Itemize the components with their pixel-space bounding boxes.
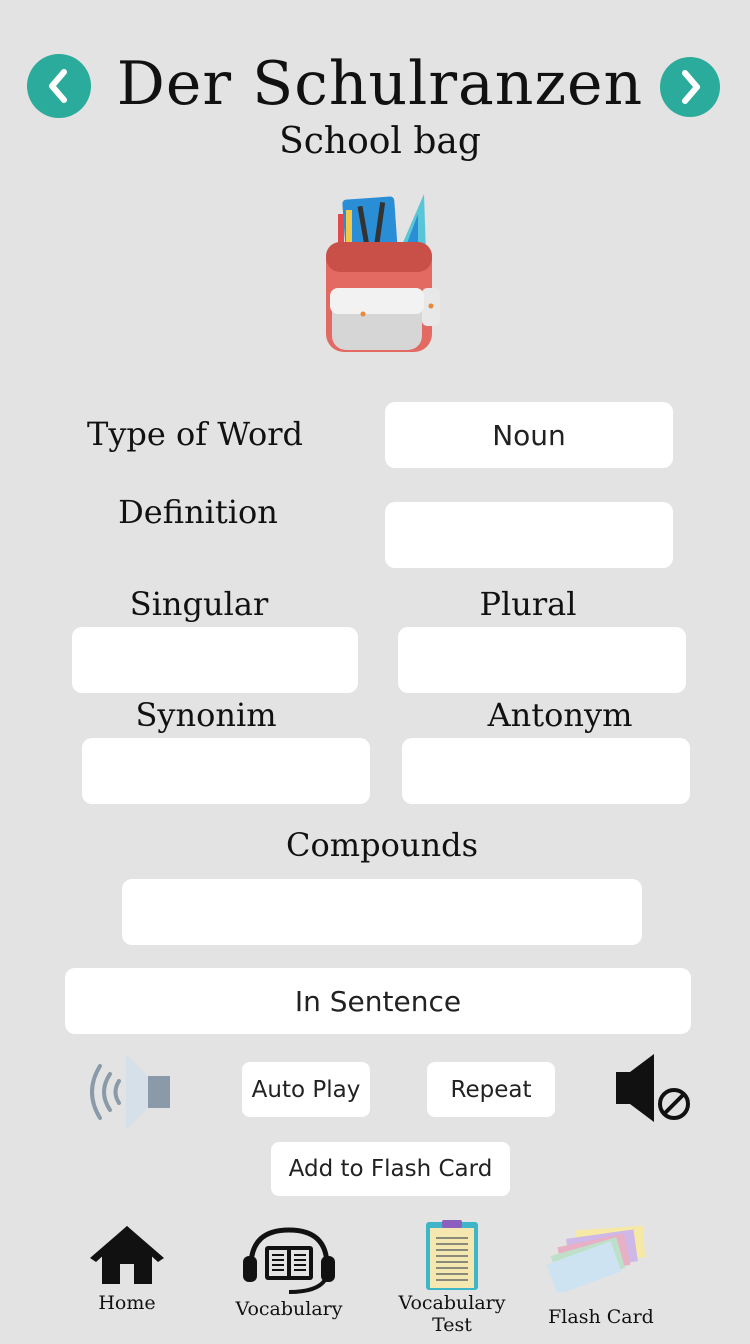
flash-cards-icon (546, 1225, 646, 1292)
home-icon (90, 1226, 164, 1284)
chevron-right-icon (682, 70, 700, 104)
book-headphones-icon (243, 1227, 335, 1294)
type-of-word-label: Type of Word (86, 415, 304, 453)
speaker-button[interactable] (88, 1052, 174, 1132)
singular-label: Singular (129, 585, 269, 623)
type-of-word-field[interactable]: Noun (385, 402, 673, 468)
antonym-label: Antonym (487, 696, 633, 734)
antonym-field[interactable] (402, 738, 690, 804)
word-translation: School bag (279, 121, 481, 162)
speaker-icon (90, 1054, 170, 1130)
school-backpack-illustration (318, 192, 444, 356)
clipboard-icon (426, 1220, 478, 1290)
compounds-label: Compounds (286, 826, 478, 864)
plural-field[interactable] (398, 627, 686, 693)
in-sentence-button[interactable]: In Sentence (65, 968, 691, 1034)
nav-label-home: Home (98, 1292, 156, 1314)
mute-icon (616, 1054, 690, 1122)
singular-field[interactable] (72, 627, 358, 693)
word-title: Der Schulranzen (116, 49, 644, 119)
nav-label-vocabulary: Vocabulary (235, 1298, 343, 1320)
compounds-field[interactable] (122, 879, 642, 945)
mute-button[interactable] (614, 1052, 694, 1124)
add-to-flash-card-button[interactable]: Add to Flash Card (271, 1142, 510, 1196)
nav-item-vocabulary-test[interactable]: Vocabulary Test (392, 1218, 512, 1338)
previous-word-button[interactable] (27, 54, 91, 118)
auto-play-button[interactable]: Auto Play (242, 1062, 370, 1117)
synonym-label: Synonim (135, 696, 277, 734)
chevron-left-icon (49, 69, 67, 103)
synonym-field[interactable] (82, 738, 370, 804)
nav-item-vocabulary[interactable]: Vocabulary (229, 1226, 349, 1324)
nav-label-vocabulary-test: Vocabulary Test (398, 1292, 506, 1336)
repeat-button[interactable]: Repeat (427, 1062, 555, 1117)
nav-label-flash-card: Flash Card (548, 1306, 654, 1328)
nav-item-home[interactable]: Home (84, 1222, 170, 1320)
definition-label: Definition (118, 493, 278, 531)
nav-item-flash-card[interactable]: Flash Card (546, 1222, 656, 1332)
definition-field[interactable] (385, 502, 673, 568)
next-word-button[interactable] (660, 57, 720, 117)
plural-label: Plural (479, 585, 577, 623)
